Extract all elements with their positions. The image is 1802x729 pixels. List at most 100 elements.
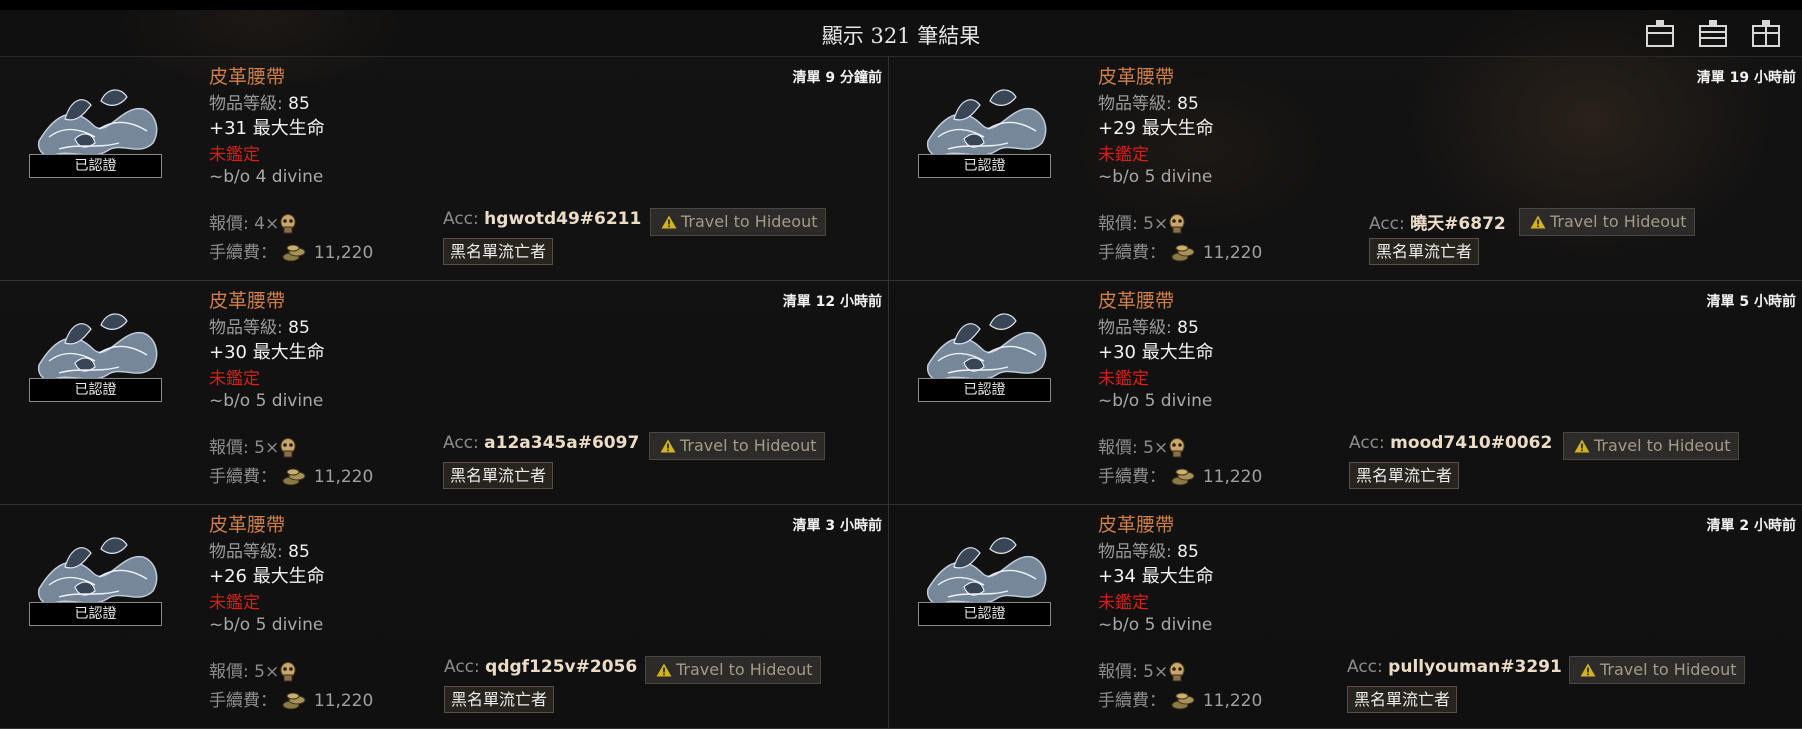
listed-time: 清單 9 分鐘前 [792, 70, 883, 86]
travel-to-hideout-button[interactable]: Travel to Hideout [1569, 656, 1746, 684]
item-name[interactable]: 皮革腰帶 [209, 286, 285, 313]
travel-to-hideout-button[interactable]: Travel to Hideout [649, 432, 826, 460]
item-level-value: 85 [288, 318, 310, 338]
account-name[interactable]: 曉天#6872 [1410, 214, 1506, 234]
item-level-value: 85 [1177, 542, 1199, 562]
fee-amount: 11,220 [313, 691, 374, 711]
item-level-label: 物品等級: [1098, 94, 1172, 114]
price-note: ~b/o 5 divine [1098, 167, 1213, 187]
warning-icon [1530, 215, 1546, 229]
verified-badge: 已認證 [918, 378, 1051, 402]
results-header: 顯示 321 筆結果 [0, 10, 1802, 57]
price-label: 報價: [1098, 214, 1138, 234]
blacklist-exile-button[interactable]: 黑名單流亡者 [444, 686, 555, 713]
divine-orb-icon [280, 438, 296, 458]
leather-belt-item-image[interactable] [924, 527, 1054, 612]
listed-time: 清單 3 小時前 [792, 518, 883, 534]
account-name[interactable]: mood7410#0062 [1390, 433, 1552, 453]
item-name[interactable]: 皮革腰帶 [209, 510, 285, 537]
account-label: Acc: [1369, 214, 1405, 234]
leather-belt-item-image[interactable] [35, 79, 165, 164]
layout-columns-icon [1752, 20, 1780, 47]
item-mod: +31 最大生命 [209, 118, 325, 139]
travel-label: Travel to Hideout [1594, 436, 1731, 455]
fee-amount: 11,220 [1202, 691, 1263, 711]
price-note: ~b/o 5 divine [209, 615, 324, 635]
fee-row: 手續費： 11,220 [209, 686, 373, 711]
account-label: Acc: [1349, 433, 1385, 453]
travel-to-hideout-button[interactable]: Travel to Hideout [645, 656, 822, 684]
item-level: 物品等級: 85 [209, 537, 310, 562]
item-level: 物品等級: 85 [1098, 537, 1199, 562]
leather-belt-item-image[interactable] [924, 79, 1054, 164]
unidentified-label: 未鑑定 [1098, 369, 1149, 389]
account-row: Acc: 曉天#6872 [1369, 209, 1506, 234]
price-label: 報價: [209, 214, 249, 234]
fee-label: 手續費： [1098, 467, 1166, 487]
account-row: Acc: mood7410#0062 [1349, 433, 1552, 453]
gold-coins-icon [282, 468, 306, 486]
account-row: Acc: qdgf125v#2056 [444, 657, 637, 677]
fee-label: 手續費： [209, 467, 277, 487]
item-name[interactable]: 皮革腰帶 [209, 62, 285, 89]
leather-belt-item-image[interactable] [35, 303, 165, 388]
account-row: Acc: pullyouman#3291 [1347, 657, 1562, 677]
account-name[interactable]: a12a345a#6097 [484, 433, 639, 453]
account-name[interactable]: hgwotd49#6211 [484, 209, 641, 229]
blacklist-exile-button[interactable]: 黑名單流亡者 [1349, 462, 1460, 489]
results-list: 已認證 皮革腰帶 物品等級: 85 +31 最大生命 未鑑定 ~b/o 4 di… [0, 57, 1802, 729]
price-amount: 5× [1143, 662, 1169, 682]
layout-columns-button[interactable] [1751, 18, 1781, 48]
layout-collapsed-button[interactable] [1645, 18, 1675, 48]
fee-row: 手續費： 11,220 [1098, 462, 1262, 487]
fee-label: 手續費： [209, 243, 277, 263]
travel-label: Travel to Hideout [1550, 212, 1687, 231]
price-row: 報價: 5× [1098, 209, 1186, 235]
fee-row: 手續費： 11,220 [209, 462, 373, 487]
account-name[interactable]: pullyouman#3291 [1388, 657, 1562, 677]
travel-to-hideout-button[interactable]: Travel to Hideout [1519, 208, 1696, 236]
fee-label: 手續費： [1098, 691, 1166, 711]
warning-icon [656, 663, 672, 677]
listing-card-1: 已認證 皮革腰帶 物品等級: 85 +31 最大生命 未鑑定 ~b/o 4 di… [0, 57, 888, 281]
verified-badge: 已認證 [918, 154, 1051, 178]
divine-orb-icon [1169, 214, 1185, 234]
price-amount: 5× [254, 438, 280, 458]
travel-label: Travel to Hideout [680, 436, 817, 455]
price-note: ~b/o 5 divine [1098, 615, 1213, 635]
travel-to-hideout-button[interactable]: Travel to Hideout [650, 208, 827, 236]
blacklist-exile-button[interactable]: 黑名單流亡者 [443, 238, 554, 265]
item-level-value: 85 [288, 94, 310, 114]
layout-expanded-button[interactable] [1698, 18, 1728, 48]
warning-icon [1580, 663, 1596, 677]
fee-label: 手續費： [1098, 243, 1166, 263]
item-mod: +30 最大生命 [1098, 342, 1214, 363]
travel-to-hideout-button[interactable]: Travel to Hideout [1563, 432, 1740, 460]
verified-badge: 已認證 [29, 378, 162, 402]
warning-icon [661, 215, 677, 229]
account-name[interactable]: qdgf125v#2056 [485, 657, 637, 677]
item-name[interactable]: 皮革腰帶 [1098, 62, 1174, 89]
results-count-title: 顯示 321 筆結果 [821, 24, 981, 48]
blacklist-exile-button[interactable]: 黑名單流亡者 [443, 462, 554, 489]
item-name[interactable]: 皮革腰帶 [1098, 510, 1174, 537]
item-level-label: 物品等級: [209, 542, 283, 562]
item-level-value: 85 [288, 542, 310, 562]
blacklist-exile-button[interactable]: 黑名單流亡者 [1369, 238, 1480, 265]
item-level: 物品等級: 85 [209, 89, 310, 114]
fee-row: 手續費： 11,220 [1098, 238, 1262, 263]
item-name[interactable]: 皮革腰帶 [1098, 286, 1174, 313]
leather-belt-item-image[interactable] [924, 303, 1054, 388]
item-level-label: 物品等級: [1098, 318, 1172, 338]
price-amount: 5× [254, 662, 280, 682]
fee-row: 手續費： 11,220 [1098, 686, 1262, 711]
listing-card-2: 已認證 皮革腰帶 物品等級: 85 +29 最大生命 未鑑定 ~b/o 5 di… [888, 57, 1802, 281]
leather-belt-item-image[interactable] [35, 527, 165, 612]
item-level: 物品等級: 85 [1098, 89, 1199, 114]
price-row: 報價: 5× [1098, 657, 1186, 683]
item-level: 物品等級: 85 [209, 313, 310, 338]
price-amount: 5× [1143, 438, 1169, 458]
fee-label: 手續費： [209, 691, 277, 711]
blacklist-exile-button[interactable]: 黑名單流亡者 [1347, 686, 1458, 713]
price-note: ~b/o 4 divine [209, 167, 324, 187]
